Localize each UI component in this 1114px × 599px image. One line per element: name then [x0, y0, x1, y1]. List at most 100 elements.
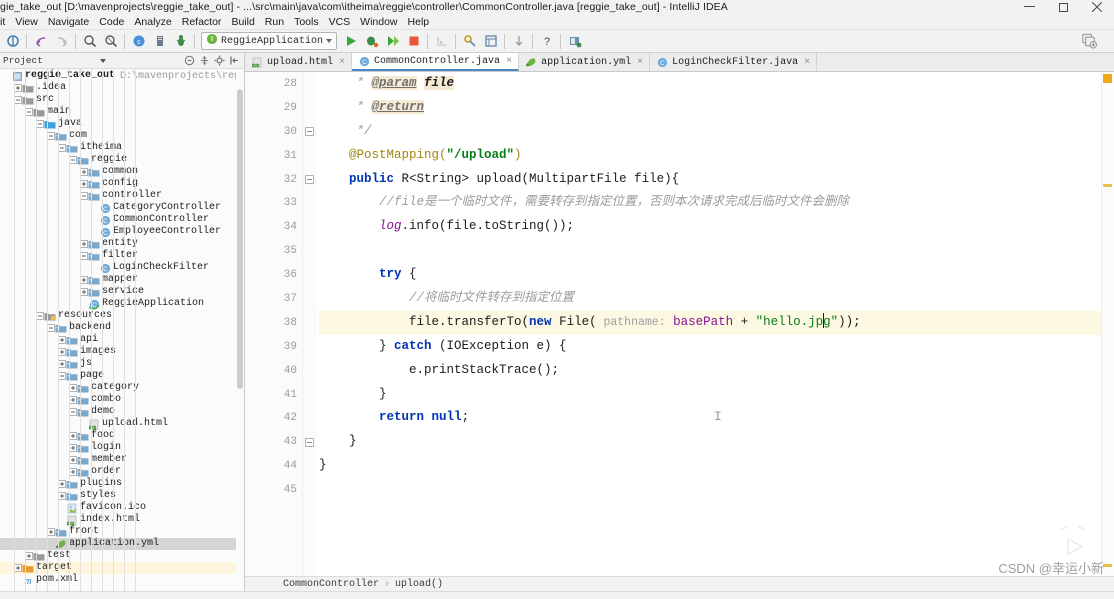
menu-analyze[interactable]: Analyze: [129, 14, 176, 30]
minimize-icon[interactable]: [1012, 0, 1046, 14]
line-number: 35: [283, 245, 297, 258]
code-line[interactable]: //file是一个临时文件，需要转存到指定位置，否则本次请求完成后临时文件会删除: [319, 191, 1114, 215]
code-line[interactable]: @PostMapping("/upload"): [319, 144, 1114, 168]
error-stripe-marker-bar[interactable]: [1101, 72, 1114, 599]
code-line[interactable]: }: [319, 454, 1114, 478]
tree-item-label: java: [58, 118, 83, 129]
compile-icon[interactable]: c: [129, 32, 148, 51]
code-token-plain: }: [319, 458, 327, 473]
tree-item-label: images: [80, 346, 117, 357]
chevron-down-icon[interactable]: [99, 58, 106, 63]
menu-run[interactable]: Run: [260, 14, 289, 30]
debug-icon[interactable]: [362, 32, 381, 51]
code-line[interactable]: [319, 239, 1114, 263]
stack-trace-icon[interactable]: [509, 32, 528, 51]
menu-tools[interactable]: Tools: [289, 14, 324, 30]
line-number: 30: [283, 125, 297, 138]
code-line[interactable]: e.printStackTrace();: [319, 359, 1114, 383]
code-line[interactable]: file.transferTo(new File( pathname: base…: [319, 310, 1114, 335]
stop-icon[interactable]: [404, 32, 423, 51]
inspection-summary-marker[interactable]: [1103, 74, 1112, 83]
menu-navigate[interactable]: Navigate: [43, 14, 94, 30]
code-line[interactable]: * @param file: [319, 72, 1114, 96]
menu-view[interactable]: View: [10, 14, 43, 30]
editor-tab-upload-html[interactable]: </> upload.html ×: [245, 53, 353, 71]
project-scrollbar-thumb[interactable]: [237, 89, 243, 389]
code-token-kw: try: [379, 267, 402, 282]
code-line[interactable]: } catch (IOException e) {: [319, 335, 1114, 359]
expand-icon[interactable]: [198, 54, 211, 67]
run-with-coverage-icon[interactable]: [383, 32, 402, 51]
code-token-kw: public: [349, 171, 395, 186]
tree-indent-guide: [124, 69, 125, 599]
menu-code[interactable]: Code: [94, 14, 129, 30]
line-number: 45: [283, 484, 297, 497]
close-icon[interactable]: [1080, 0, 1114, 14]
settings-icon[interactable]: [213, 54, 226, 67]
copy-stack-icon[interactable]: [1080, 32, 1099, 51]
collapse-all-icon[interactable]: [183, 54, 196, 67]
breadcrumb-class[interactable]: CommonController: [283, 579, 379, 590]
code-line[interactable]: }: [319, 383, 1114, 407]
ant-build-icon[interactable]: [171, 32, 190, 51]
hide-icon[interactable]: [228, 54, 241, 67]
attach-debugger-icon[interactable]: [460, 32, 479, 51]
package-icon: [55, 130, 67, 142]
code-token-plain: }: [319, 386, 387, 401]
source-folder-icon: [44, 118, 56, 130]
code-viewport[interactable]: 28 29 30 31 32 33 34 35 36 37 38 39 40 41 42 43 44 45 * @…: [245, 72, 1114, 599]
warning-stripe-marker[interactable]: [1103, 184, 1112, 187]
menu-refactor[interactable]: Refactor: [177, 14, 227, 30]
code-line[interactable]: }: [319, 430, 1114, 454]
code-line[interactable]: */: [319, 120, 1114, 144]
project-scrollbar[interactable]: [236, 69, 244, 599]
code-line[interactable]: //将临时文件转存到指定位置: [319, 287, 1114, 311]
code-line[interactable]: * @return: [319, 96, 1114, 120]
code-token-plain: }: [319, 434, 357, 449]
code-content[interactable]: * @param file * @return */ @PostMapping(…: [303, 72, 1114, 599]
close-icon[interactable]: ×: [506, 56, 512, 67]
package-icon: [66, 358, 78, 370]
forward-arrow-icon[interactable]: [52, 32, 71, 51]
project-tree[interactable]: reggie_take_outD:\mavenprojects\reggie_t…: [0, 69, 244, 599]
chevron-down-icon[interactable]: [326, 39, 333, 43]
search-icon[interactable]: [80, 32, 99, 51]
maximize-icon[interactable]: [1046, 0, 1080, 14]
tree-item-label: page: [80, 370, 105, 381]
profiler-icon[interactable]: [432, 32, 451, 51]
editor-tab-application-yml[interactable]: application.yml ×: [519, 53, 651, 71]
tree-item-label: styles: [80, 490, 117, 501]
close-icon[interactable]: ×: [339, 57, 345, 68]
build-icon[interactable]: [150, 32, 169, 51]
menu-help[interactable]: Help: [403, 14, 435, 30]
breadcrumb-method[interactable]: upload(): [395, 579, 443, 590]
code-line[interactable]: log.info(file.toString());: [319, 215, 1114, 239]
sync-icon[interactable]: [3, 32, 22, 51]
search-structurally-icon[interactable]: [101, 32, 120, 51]
run-icon[interactable]: [341, 32, 360, 51]
close-icon[interactable]: ×: [637, 57, 643, 68]
run-configuration-selector[interactable]: ReggieApplication: [201, 32, 338, 50]
editor-tab-bar: </> upload.html × C CommonController.java × ap…: [245, 53, 1114, 72]
database-icon[interactable]: [481, 32, 500, 51]
line-number-gutter: 28 29 30 31 32 33 34 35 36 37 38 39 40 41 42 43 44 45: [245, 72, 303, 599]
editor-tab-logincheckfilter-java[interactable]: C LoginCheckFilter.java ×: [650, 53, 818, 71]
close-icon[interactable]: ×: [804, 57, 810, 68]
code-line[interactable]: try {: [319, 263, 1114, 287]
package-icon: [66, 334, 78, 346]
back-arrow-icon[interactable]: [31, 32, 50, 51]
tree-item-path: D:\mavenprojects\reggie_take_: [120, 70, 244, 82]
menu-window[interactable]: Window: [355, 14, 402, 30]
menu-build[interactable]: Build: [226, 14, 259, 30]
code-line[interactable]: [319, 478, 1114, 502]
warning-stripe-marker[interactable]: [1103, 564, 1112, 567]
help-icon[interactable]: ?: [537, 32, 556, 51]
restore-layout-icon[interactable]: [565, 32, 584, 51]
editor-tab-commoncontroller-java[interactable]: C CommonController.java ×: [352, 53, 520, 71]
menu-edit[interactable]: it: [0, 14, 10, 30]
breadcrumb-separator: ›: [384, 578, 391, 590]
code-line[interactable]: public R<String> upload(MultipartFile fi…: [319, 168, 1114, 192]
code-token-plain: e.printStackTrace();: [319, 362, 560, 377]
menu-vcs[interactable]: VCS: [324, 14, 356, 30]
